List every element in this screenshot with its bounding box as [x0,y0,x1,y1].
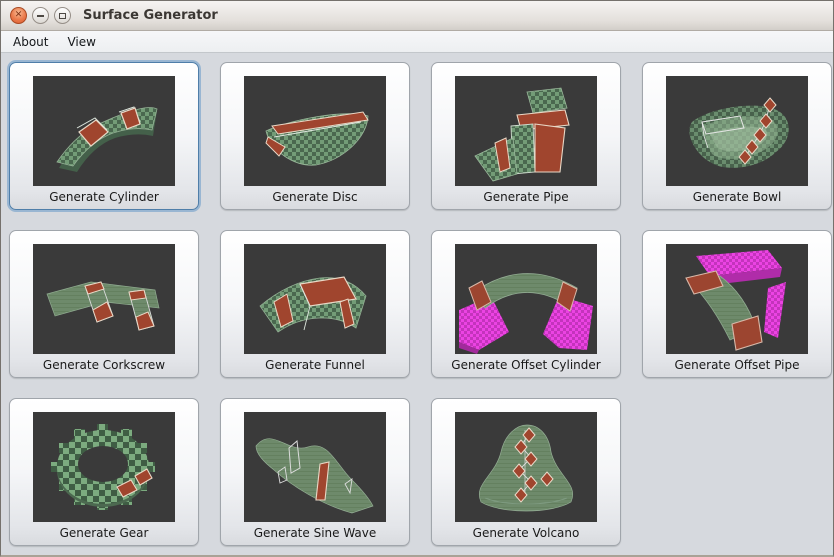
generate-offset-pipe-button[interactable]: Generate Offset Pipe [642,230,832,378]
funnel-preview-image [244,244,386,354]
offset-pipe-preview-image [666,244,808,354]
offset-cylinder-preview-image [455,244,597,354]
generate-volcano-button[interactable]: Generate Volcano [431,398,621,546]
button-label: Generate Funnel [265,358,365,373]
generate-disc-button[interactable]: Generate Disc [220,62,410,210]
button-label: Generate Volcano [473,526,580,541]
button-label: Generate Offset Cylinder [451,358,600,373]
button-label: Generate Cylinder [49,190,159,205]
window-title: Surface Generator [83,8,218,23]
button-label: Generate Bowl [693,190,782,205]
disc-preview-image [244,76,386,186]
button-label: Generate Offset Pipe [674,358,799,373]
pipe-preview-image [455,76,597,186]
button-label: Generate Corkscrew [43,358,165,373]
volcano-preview-image [455,412,597,522]
button-label: Generate Disc [272,190,357,205]
menu-about[interactable]: About [11,33,50,51]
bowl-preview-image [666,76,808,186]
button-label: Generate Gear [60,526,149,541]
close-button[interactable]: ✕ [10,7,27,24]
app-window: ✕ Surface Generator About View [0,0,834,557]
generate-cylinder-button[interactable]: Generate Cylinder [9,62,199,210]
generate-corkscrew-button[interactable]: Generate Corkscrew [9,230,199,378]
generate-bowl-button[interactable]: Generate Bowl [642,62,832,210]
minimize-button[interactable] [32,7,49,24]
generate-sine-wave-button[interactable]: Generate Sine Wave [220,398,410,546]
generate-funnel-button[interactable]: Generate Funnel [220,230,410,378]
button-label: Generate Sine Wave [254,526,377,541]
content-area: Generate Cylinder Generate Disc [1,53,833,546]
maximize-button[interactable] [54,7,71,24]
button-grid: Generate Cylinder Generate Disc [9,62,834,546]
titlebar[interactable]: ✕ Surface Generator [1,1,833,31]
generate-pipe-button[interactable]: Generate Pipe [431,62,621,210]
cylinder-preview-image [33,76,175,186]
menu-view[interactable]: View [65,33,97,51]
sine-wave-preview-image [244,412,386,522]
maximize-icon [59,13,66,19]
generate-offset-cylinder-button[interactable]: Generate Offset Cylinder [431,230,621,378]
button-label: Generate Pipe [483,190,568,205]
generate-gear-button[interactable]: Generate Gear [9,398,199,546]
close-icon: ✕ [15,11,23,20]
corkscrew-preview-image [33,244,175,354]
menubar: About View [1,31,833,53]
minimize-icon [37,15,44,17]
gear-preview-image [33,412,175,522]
